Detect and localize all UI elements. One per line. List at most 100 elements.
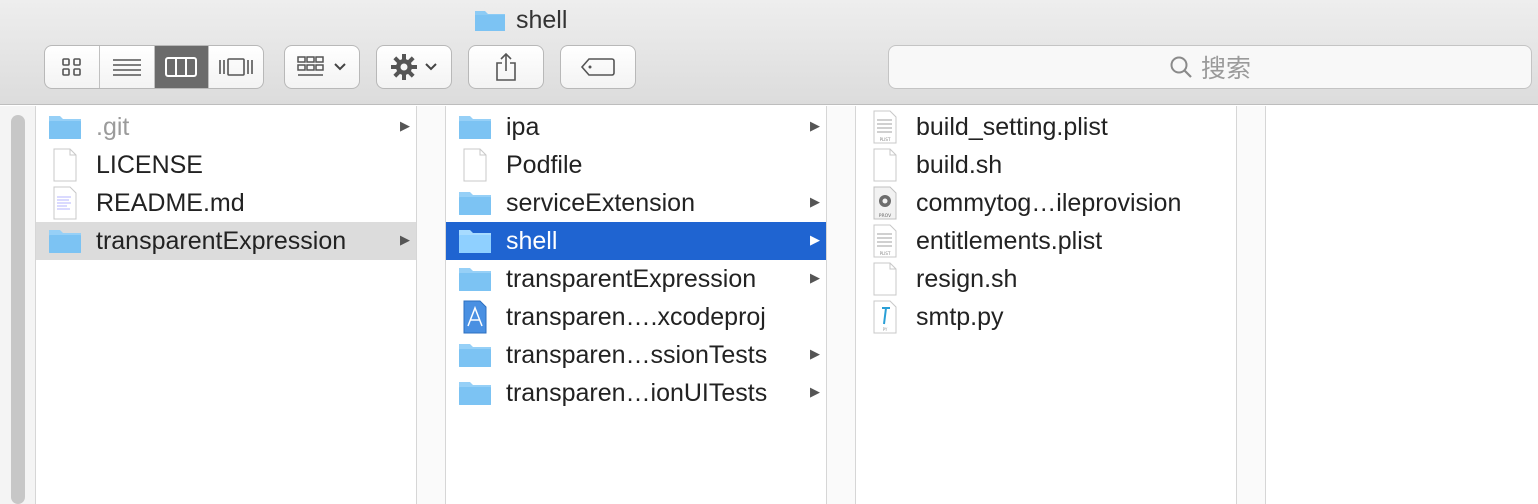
svg-text:PLIST: PLIST bbox=[880, 137, 891, 142]
plist-icon: PLIST bbox=[868, 224, 902, 258]
window-title-text: shell bbox=[516, 5, 568, 34]
disclosure-triangle-icon: ▶ bbox=[810, 384, 820, 399]
gear-icon bbox=[391, 54, 417, 80]
folder-icon bbox=[458, 341, 492, 369]
document-icon bbox=[868, 148, 902, 182]
disclosure-triangle-icon: ▶ bbox=[810, 194, 820, 209]
folder-row[interactable]: transparentExpression ▶ bbox=[36, 222, 416, 260]
gallery-view-button[interactable] bbox=[209, 46, 263, 88]
item-name: transparentExpression bbox=[96, 226, 347, 255]
text-document-icon bbox=[48, 186, 82, 220]
file-row[interactable]: transparen….xcodeproj bbox=[446, 298, 826, 336]
window-toolbar: shell 搜索 bbox=[0, 0, 1538, 105]
item-name: serviceExtension bbox=[506, 188, 695, 217]
disclosure-triangle-icon: ▶ bbox=[400, 232, 410, 247]
file-row[interactable]: PLIST entitlements.plist bbox=[856, 222, 1236, 260]
list-icon bbox=[112, 59, 141, 76]
folder-icon bbox=[48, 113, 82, 141]
document-icon bbox=[868, 262, 902, 296]
item-name: build.sh bbox=[916, 150, 1003, 179]
columns-icon bbox=[165, 57, 198, 77]
file-row[interactable]: PY smtp.py bbox=[856, 298, 1236, 336]
item-name: transparen…ionUITests bbox=[506, 378, 768, 407]
grid-icon bbox=[62, 58, 81, 76]
window-title: shell bbox=[474, 5, 567, 35]
browser-column-4 bbox=[1266, 106, 1538, 504]
item-name: .git bbox=[96, 112, 130, 141]
item-name: smtp.py bbox=[916, 302, 1004, 331]
search-icon bbox=[1170, 56, 1192, 78]
file-row[interactable]: build.sh bbox=[856, 146, 1236, 184]
column-gutter bbox=[827, 106, 855, 504]
item-name: Podfile bbox=[506, 150, 583, 179]
folder-icon bbox=[48, 227, 82, 255]
column-gutter bbox=[1237, 106, 1265, 504]
icon-view-button[interactable] bbox=[45, 46, 100, 88]
folder-icon bbox=[458, 265, 492, 293]
action-menu-button[interactable] bbox=[376, 45, 452, 89]
view-mode-segmented-control[interactable] bbox=[44, 45, 264, 89]
chevron-down-icon bbox=[425, 63, 437, 71]
folder-icon bbox=[458, 189, 492, 217]
folder-row[interactable]: transparentExpression ▶ bbox=[446, 260, 826, 298]
provision-icon: PROV bbox=[868, 186, 902, 220]
disclosure-triangle-icon: ▶ bbox=[810, 118, 820, 133]
item-name: transparen….xcodeproj bbox=[506, 302, 766, 331]
xcode-project-icon bbox=[458, 300, 492, 334]
item-name: README.md bbox=[96, 188, 245, 217]
file-row[interactable]: LICENSE bbox=[36, 146, 416, 184]
folder-row[interactable]: .git ▶ bbox=[36, 108, 416, 146]
file-row[interactable]: resign.sh bbox=[856, 260, 1236, 298]
item-name: commytog…ileprovision bbox=[916, 188, 1182, 217]
disclosure-triangle-icon: ▶ bbox=[810, 346, 820, 361]
file-row[interactable]: Podfile bbox=[446, 146, 826, 184]
item-name: ipa bbox=[506, 112, 540, 141]
folder-icon bbox=[458, 379, 492, 407]
folder-row[interactable]: serviceExtension ▶ bbox=[446, 184, 826, 222]
file-row[interactable]: PROV commytog…ileprovision bbox=[856, 184, 1236, 222]
search-field[interactable]: 搜索 bbox=[888, 45, 1532, 89]
folder-icon bbox=[475, 11, 505, 31]
svg-text:PLIST: PLIST bbox=[880, 251, 891, 256]
column-gutter bbox=[417, 106, 445, 504]
file-row[interactable]: PLIST build_setting.plist bbox=[856, 108, 1236, 146]
item-name: LICENSE bbox=[96, 150, 203, 179]
column-view-button[interactable] bbox=[154, 46, 210, 88]
browser-column-3: PLIST build_setting.plist build.sh PROV comm… bbox=[856, 106, 1236, 504]
list-view-button[interactable] bbox=[100, 46, 155, 88]
item-name: transparen…ssionTests bbox=[506, 340, 768, 369]
browser-column-2: ipa ▶ Podfile serviceExtension ▶ shell ▶ transp… bbox=[446, 106, 826, 504]
svg-text:PROV: PROV bbox=[879, 213, 892, 219]
item-name: transparentExpression bbox=[506, 264, 757, 293]
document-icon bbox=[458, 148, 492, 182]
svg-text:PY: PY bbox=[883, 327, 888, 332]
file-row[interactable]: README.md bbox=[36, 184, 416, 222]
browser-column-1: .git ▶ LICENSE README.md transparentExpressi… bbox=[36, 106, 416, 504]
folder-icon bbox=[458, 227, 492, 255]
folder-row[interactable]: transparen…ionUITests ▶ bbox=[446, 374, 826, 412]
tag-icon bbox=[580, 58, 615, 76]
chevron-down-icon bbox=[334, 63, 346, 71]
plist-icon: PLIST bbox=[868, 110, 902, 144]
scrollbar[interactable] bbox=[11, 115, 25, 504]
share-button[interactable] bbox=[468, 45, 544, 89]
cover-flow-icon bbox=[219, 58, 253, 76]
arrange-button[interactable] bbox=[284, 45, 360, 89]
python-file-icon: PY bbox=[868, 300, 902, 334]
item-name: resign.sh bbox=[916, 264, 1018, 293]
folder-icon bbox=[458, 113, 492, 141]
search-placeholder: 搜索 bbox=[1200, 55, 1251, 83]
folder-row[interactable]: transparen…ssionTests ▶ bbox=[446, 336, 826, 374]
folder-row[interactable]: shell ▶ bbox=[446, 222, 826, 260]
edit-tags-button[interactable] bbox=[560, 45, 636, 89]
disclosure-triangle-icon: ▶ bbox=[810, 232, 820, 247]
disclosure-triangle-icon: ▶ bbox=[810, 270, 820, 285]
folder-row[interactable]: ipa ▶ bbox=[446, 108, 826, 146]
share-icon bbox=[496, 52, 516, 81]
item-name: build_setting.plist bbox=[916, 112, 1108, 141]
document-icon bbox=[48, 148, 82, 182]
item-name: shell bbox=[506, 226, 558, 255]
arrange-grid-icon bbox=[297, 56, 324, 76]
disclosure-triangle-icon: ▶ bbox=[400, 118, 410, 133]
item-name: entitlements.plist bbox=[916, 226, 1103, 255]
